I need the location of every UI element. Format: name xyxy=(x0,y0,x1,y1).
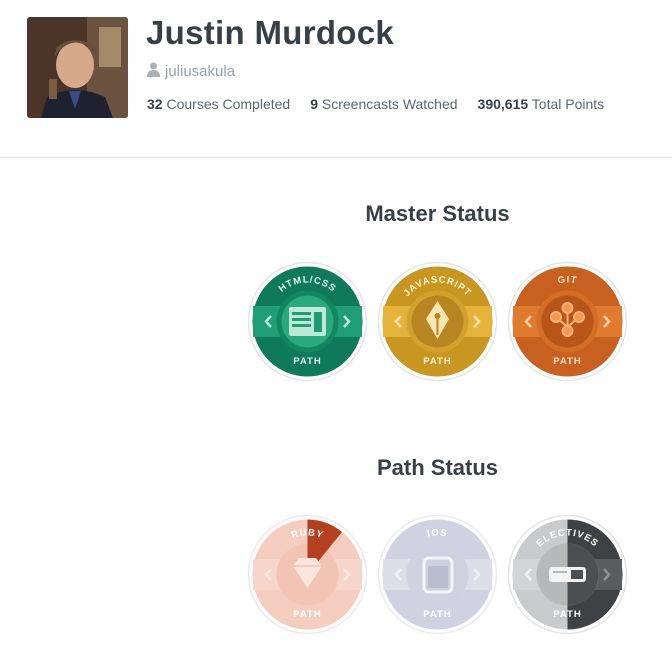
stat-courses: 32 Courses Completed xyxy=(147,96,290,112)
badge-ruby[interactable]: RUBY PATH xyxy=(247,514,368,635)
badge-html-css[interactable]: HTML/CSS PATH xyxy=(247,261,368,382)
profile-header: Justin Murdock juliusakula 32 Courses Co… xyxy=(0,0,672,157)
path-status-title: Path Status xyxy=(376,455,499,480)
badge-ios[interactable]: IOS PATH xyxy=(377,514,498,635)
badge-bottom-label: PATH xyxy=(293,609,321,620)
stat-screencasts: 9 Screencasts Watched xyxy=(310,96,457,112)
stat-label: Screencasts Watched xyxy=(321,96,458,112)
stat-label: Courses Completed xyxy=(166,96,291,112)
badge-bottom-label: PATH xyxy=(293,356,321,367)
badge-bottom-label: PATH xyxy=(423,609,451,620)
badge-top-label: GIT xyxy=(557,274,578,286)
divider xyxy=(0,157,672,158)
badge-bottom-label: PATH xyxy=(553,356,581,367)
electives-icon xyxy=(549,567,586,582)
badge-electives[interactable]: ELECTIVES PATH xyxy=(507,514,628,635)
stat-value: 32 xyxy=(147,96,163,112)
username-text: juliusakula xyxy=(165,63,236,80)
stat-label: Total Points xyxy=(531,96,605,112)
badge-javascript[interactable]: JAVASCRIPT PATH xyxy=(377,261,498,382)
profile-stats: 32 Courses Completed 9 Screencasts Watch… xyxy=(147,96,604,112)
html-css-icon xyxy=(289,307,326,336)
stat-value: 9 xyxy=(310,96,318,112)
badge-bottom-label: PATH xyxy=(553,609,581,620)
badge-bottom-label: PATH xyxy=(423,356,451,367)
master-status-title: Master Status xyxy=(365,201,510,226)
user-icon xyxy=(147,62,160,81)
avatar[interactable] xyxy=(27,17,128,118)
badge-top-label: IOS xyxy=(426,527,448,539)
stat-value: 390,615 xyxy=(477,96,529,112)
stat-points: 390,615 Total Points xyxy=(478,96,605,112)
profile-name: Justin Murdock xyxy=(146,14,395,51)
username[interactable]: juliusakula xyxy=(147,62,235,81)
badge-git[interactable]: GIT PATH xyxy=(507,261,628,382)
